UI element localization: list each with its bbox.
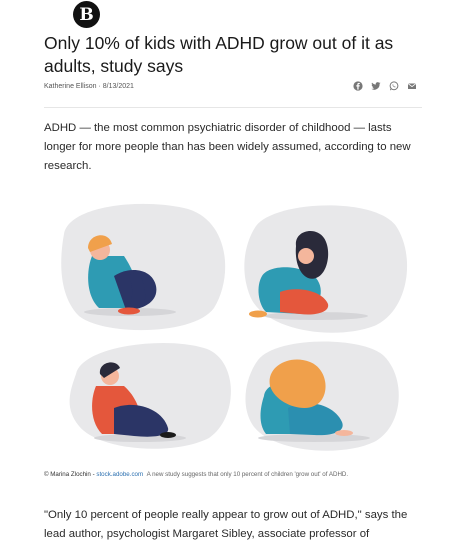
photo-credit: © Marina Zlochin - bbox=[44, 471, 97, 478]
article-lede: ADHD — the most common psychiatric disor… bbox=[44, 122, 411, 172]
caption-text: A new study suggests that only 10 percen… bbox=[146, 471, 349, 478]
panel-top-left bbox=[61, 203, 226, 331]
figure-caption: © Marina Zlochin - stock.adobe.com A new… bbox=[44, 470, 422, 479]
panel-bottom-left bbox=[69, 343, 231, 449]
share-bar bbox=[353, 81, 417, 91]
article-body-start: "Only 10 percent of people really appear… bbox=[44, 509, 408, 540]
facebook-icon[interactable] bbox=[353, 81, 363, 91]
illustration-svg bbox=[61, 203, 408, 451]
byline: Katherine Ellison · 8/13/2021 bbox=[44, 83, 134, 90]
credit-link[interactable]: stock.adobe.com bbox=[96, 471, 143, 478]
divider bbox=[44, 107, 422, 108]
panel-top-right bbox=[244, 205, 408, 333]
whatsapp-icon[interactable] bbox=[389, 81, 399, 91]
email-icon[interactable] bbox=[407, 81, 417, 91]
site-logo[interactable]: B bbox=[73, 1, 100, 28]
article-title: Only 10% of kids with ADHD grow out of i… bbox=[44, 33, 394, 76]
article-illustration bbox=[44, 186, 420, 466]
panel-bottom-right bbox=[245, 341, 399, 451]
twitter-icon[interactable] bbox=[371, 81, 381, 91]
